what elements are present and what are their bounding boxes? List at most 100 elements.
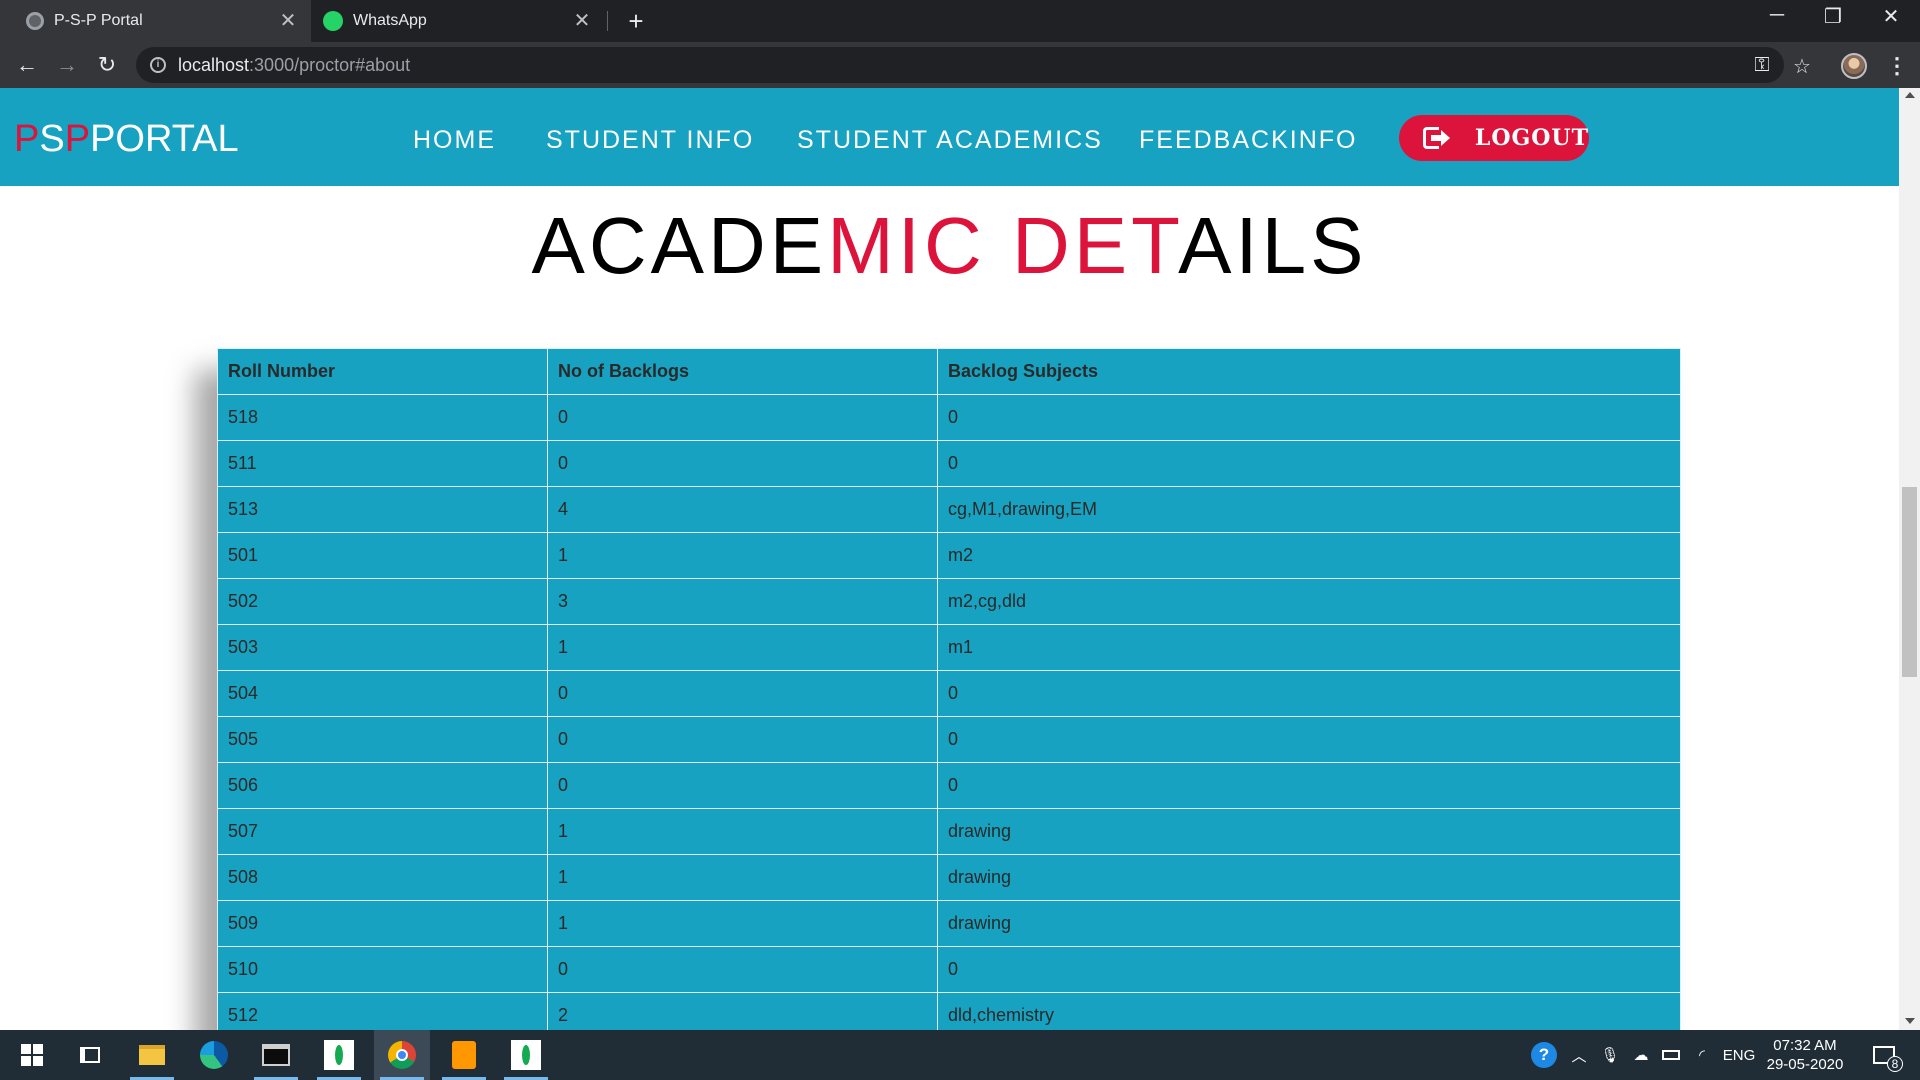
page-scrollbar[interactable] — [1899, 88, 1920, 1030]
tab-title: WhatsApp — [353, 12, 427, 29]
chrome-icon[interactable] — [374, 1030, 430, 1080]
onedrive-icon[interactable]: ☁ — [1627, 1030, 1655, 1080]
cell-backlog-subjects: 0 — [937, 762, 1681, 809]
table-row: 508 1 drawing — [217, 854, 1681, 901]
cell-roll-number: 513 — [217, 486, 548, 533]
close-tab-icon[interactable]: ✕ — [573, 11, 591, 31]
academic-details-table: Roll Number No of Backlogs Backlog Subje… — [217, 348, 1681, 1030]
start-button[interactable] — [4, 1030, 60, 1080]
cell-no-of-backlogs: 1 — [547, 854, 938, 901]
show-hidden-icons[interactable]: ︿ — [1568, 1030, 1590, 1080]
minimize-icon[interactable]: ─ — [1762, 4, 1792, 27]
language-indicator[interactable]: ENG — [1720, 1030, 1758, 1080]
clock[interactable]: 07:32 AM 29-05-2020 — [1760, 1036, 1850, 1074]
clock-date: 29-05-2020 — [1766, 1056, 1844, 1073]
table-row: 511 0 0 — [217, 440, 1681, 487]
tab-psp-portal[interactable]: P-S-P Portal ✕ — [0, 0, 311, 42]
profile-avatar[interactable] — [1841, 53, 1867, 79]
browser-toolbar: ← → ↻ i localhost:3000/proctor#about ⚿ ☆ — [0, 42, 1920, 88]
menu-kebab-icon[interactable]: ⋮ — [1886, 52, 1908, 80]
page-title: ACADEMIC DETAILS — [531, 201, 1368, 290]
file-explorer-icon[interactable] — [124, 1030, 180, 1080]
clock-time: 07:32 AM — [1773, 1037, 1837, 1054]
scroll-down-icon[interactable] — [1905, 1018, 1915, 1024]
cell-roll-number: 512 — [217, 992, 548, 1030]
cell-roll-number: 501 — [217, 532, 548, 579]
brand-logo[interactable]: PSPPORTAL — [14, 118, 239, 161]
scroll-up-icon[interactable] — [1905, 92, 1915, 98]
cell-no-of-backlogs: 0 — [547, 670, 938, 717]
cell-no-of-backlogs: 4 — [547, 486, 938, 533]
logout-button[interactable]: LOGOUT — [1399, 115, 1589, 161]
nav-home[interactable]: HOME — [413, 126, 496, 155]
reload-icon[interactable]: ↻ — [93, 52, 121, 80]
forward-icon[interactable]: → — [53, 52, 81, 80]
edge-icon[interactable] — [186, 1030, 242, 1080]
whatsapp-icon — [323, 11, 343, 31]
address-bar[interactable]: i localhost:3000/proctor#about — [136, 47, 1784, 83]
table-row: 518 0 0 — [217, 394, 1681, 441]
cell-backlog-subjects: dld,chemistry — [937, 992, 1681, 1030]
cell-backlog-subjects: drawing — [937, 900, 1681, 947]
back-icon[interactable]: ← — [13, 52, 41, 80]
cell-backlog-subjects: 0 — [937, 440, 1681, 487]
wifi-icon[interactable]: ◜ — [1689, 1030, 1715, 1080]
url-text: localhost:3000/proctor#about — [178, 54, 411, 75]
tab-title: P-S-P Portal — [54, 12, 143, 29]
cell-roll-number: 506 — [217, 762, 548, 809]
site-info-icon[interactable]: i — [150, 57, 166, 73]
sign-out-icon — [1423, 126, 1450, 150]
cell-roll-number: 511 — [217, 440, 548, 487]
cell-backlog-subjects: 0 — [937, 946, 1681, 993]
page-viewport: PSPPORTAL HOME STUDENT INFO STUDENT ACAD… — [0, 88, 1899, 1030]
help-icon[interactable]: ? — [1528, 1030, 1560, 1080]
table-row: 502 3 m2,cg,dld — [217, 578, 1681, 625]
scroll-thumb[interactable] — [1902, 487, 1917, 677]
terminal-icon[interactable] — [248, 1030, 304, 1080]
nav-student-academics[interactable]: STUDENT ACADEMICS — [797, 126, 1103, 155]
mongodb-icon[interactable] — [498, 1030, 554, 1080]
academic-table-container: Roll Number No of Backlogs Backlog Subje… — [217, 348, 1681, 1030]
site-navbar: PSPPORTAL HOME STUDENT INFO STUDENT ACAD… — [0, 88, 1899, 186]
mongodb-compass-icon[interactable] — [311, 1030, 367, 1080]
cell-no-of-backlogs: 0 — [547, 440, 938, 487]
cell-backlog-subjects: m1 — [937, 624, 1681, 671]
battery-icon[interactable] — [1659, 1030, 1683, 1080]
key-icon[interactable]: ⚿ — [1749, 54, 1775, 77]
new-tab-icon[interactable]: + — [625, 8, 647, 34]
task-view-icon[interactable] — [62, 1030, 118, 1080]
cell-roll-number: 504 — [217, 670, 548, 717]
sublime-text-icon[interactable] — [436, 1030, 492, 1080]
nav-student-info[interactable]: STUDENT INFO — [546, 126, 754, 155]
windows-taskbar: ? ︿ 🎙 ☁ ◜ ENG 07:32 AM 29-05-2020 8 — [0, 1030, 1920, 1080]
tab-whatsapp[interactable]: WhatsApp ✕ — [313, 0, 605, 42]
cell-no-of-backlogs: 2 — [547, 992, 938, 1030]
notification-count: 8 — [1887, 1056, 1903, 1072]
close-tab-icon[interactable]: ✕ — [279, 11, 297, 31]
cell-backlog-subjects: m2,cg,dld — [937, 578, 1681, 625]
cell-backlog-subjects: cg,M1,drawing,EM — [937, 486, 1681, 533]
close-window-icon[interactable]: ✕ — [1876, 4, 1906, 29]
cell-roll-number: 518 — [217, 394, 548, 441]
notification-center-icon[interactable]: 8 — [1864, 1030, 1904, 1080]
cell-no-of-backlogs: 1 — [547, 808, 938, 855]
cell-no-of-backlogs: 3 — [547, 578, 938, 625]
cell-roll-number: 509 — [217, 900, 548, 947]
restore-icon[interactable]: ❐ — [1818, 4, 1848, 29]
cell-no-of-backlogs: 1 — [547, 900, 938, 947]
table-header-row: Roll Number No of Backlogs Backlog Subje… — [217, 348, 1681, 395]
windows-icon — [21, 1044, 43, 1066]
globe-icon — [26, 12, 44, 30]
star-icon[interactable]: ☆ — [1789, 54, 1815, 79]
table-row: 504 0 0 — [217, 670, 1681, 717]
microphone-icon[interactable]: 🎙 — [1598, 1030, 1622, 1080]
cell-backlog-subjects: drawing — [937, 808, 1681, 855]
cell-no-of-backlogs: 0 — [547, 946, 938, 993]
table-row: 509 1 drawing — [217, 900, 1681, 947]
nav-feedbackinfo[interactable]: FEEDBACKINFO — [1139, 126, 1357, 155]
cell-roll-number: 505 — [217, 716, 548, 763]
cell-roll-number: 503 — [217, 624, 548, 671]
cell-roll-number: 507 — [217, 808, 548, 855]
cell-no-of-backlogs: 1 — [547, 532, 938, 579]
cell-no-of-backlogs: 0 — [547, 716, 938, 763]
